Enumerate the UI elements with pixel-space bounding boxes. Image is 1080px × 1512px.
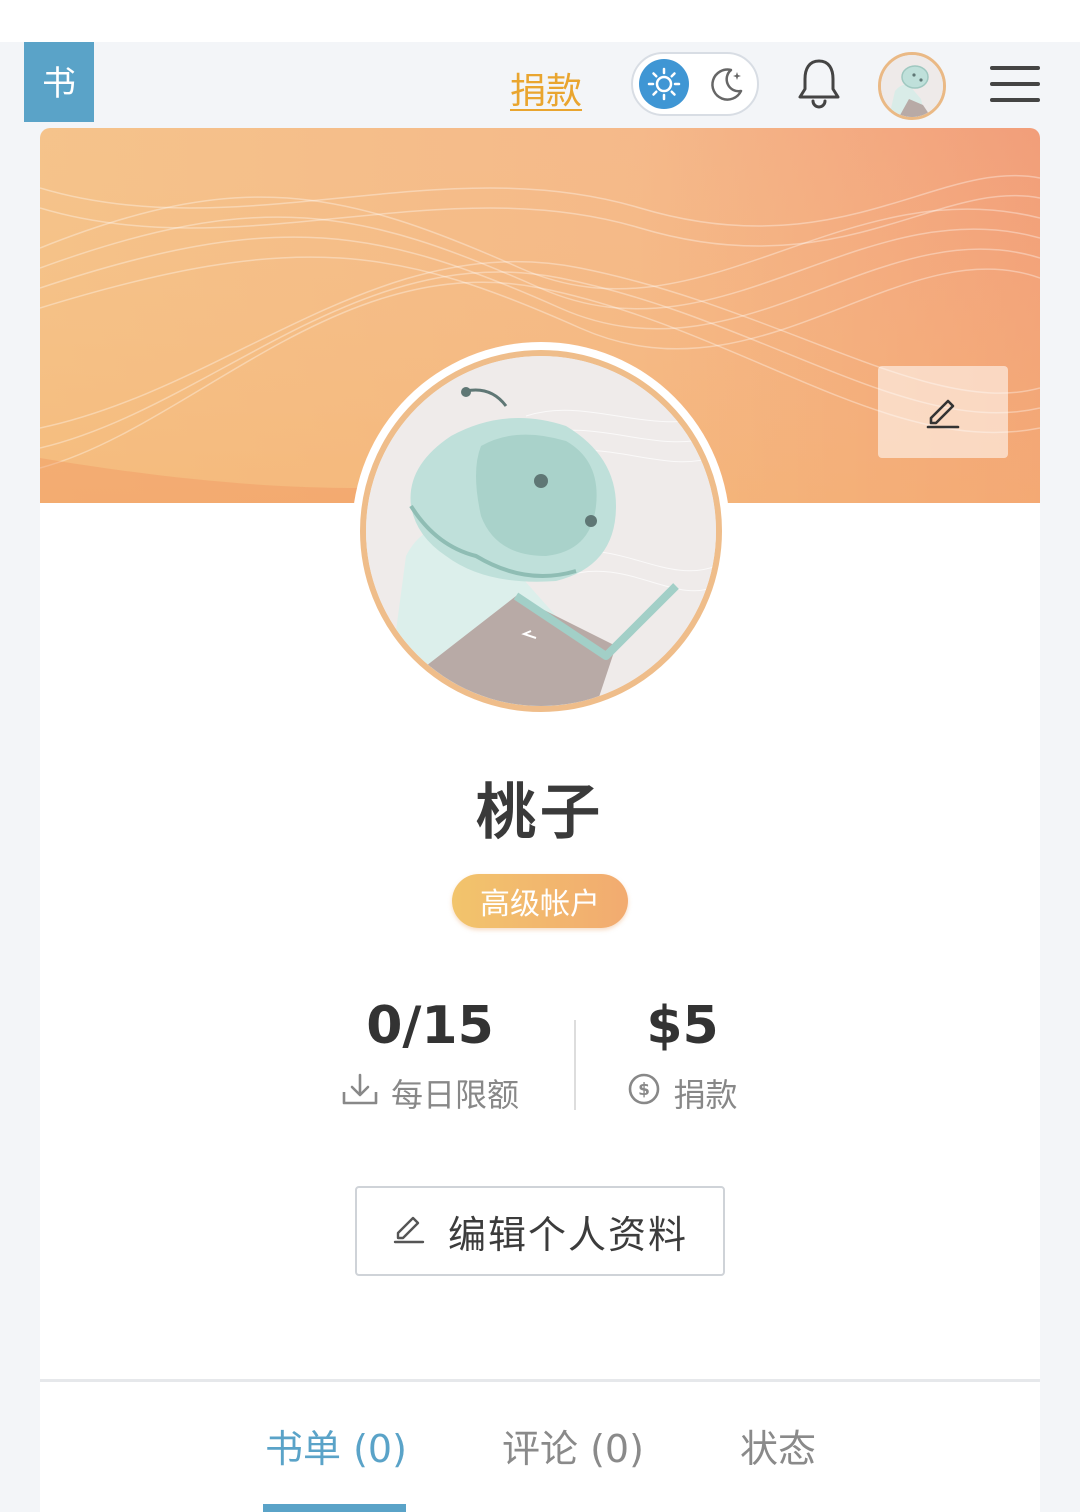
user-name: 桃子 xyxy=(476,778,604,848)
donation-stat: $5 $ 捐款 xyxy=(620,1000,745,1116)
dollar-circle-icon: $ xyxy=(627,1072,661,1114)
tabs-divider xyxy=(40,1379,1040,1382)
pencil-icon xyxy=(923,390,963,434)
tab-reviews[interactable]: 评论 (0) xyxy=(502,1418,644,1473)
daily-limit-value: 0/15 xyxy=(366,996,494,1056)
tab-booklist[interactable]: 书单 (0) xyxy=(265,1418,407,1473)
edit-profile-label: 编辑个人资料 xyxy=(447,1212,688,1257)
active-tab-indicator xyxy=(263,1504,406,1512)
site-logo[interactable]: 书 xyxy=(24,42,94,122)
premium-badge: 高级帐户 xyxy=(452,874,628,928)
tab-status[interactable]: 状态 xyxy=(740,1418,816,1473)
bell-icon[interactable] xyxy=(795,57,843,109)
daily-limit-label: 每日限额 xyxy=(390,1076,519,1114)
daily-limit-stat: 0/15 每日限额 xyxy=(340,1000,520,1116)
donation-label: 捐款 xyxy=(673,1076,738,1114)
site-logo-text: 书 xyxy=(42,63,76,104)
profile-card: 桃子 高级帐户 0/15 每日限额 $5 $ 捐款 编辑个人资料 书单 (0) … xyxy=(40,128,1040,1512)
edit-profile-button[interactable]: 编辑个人资料 xyxy=(355,1186,725,1276)
hamburger-menu-icon[interactable] xyxy=(990,66,1040,102)
sun-icon[interactable] xyxy=(639,59,689,109)
top-strip xyxy=(0,0,1080,42)
premium-badge-label: 高级帐户 xyxy=(480,887,600,922)
download-icon xyxy=(341,1072,379,1114)
svg-text:$: $ xyxy=(639,1080,651,1100)
profile-avatar[interactable] xyxy=(352,342,730,720)
top-navigation: 书 捐款 xyxy=(0,42,1080,128)
theme-toggle[interactable] xyxy=(631,52,759,116)
donate-link[interactable]: 捐款 xyxy=(510,62,582,114)
stat-divider xyxy=(574,1020,576,1110)
donation-value: $5 xyxy=(646,996,719,1056)
cover-edit-button[interactable] xyxy=(878,366,1008,458)
user-avatar[interactable] xyxy=(878,52,946,120)
moon-icon[interactable] xyxy=(707,64,747,104)
pencil-icon xyxy=(392,1209,426,1253)
